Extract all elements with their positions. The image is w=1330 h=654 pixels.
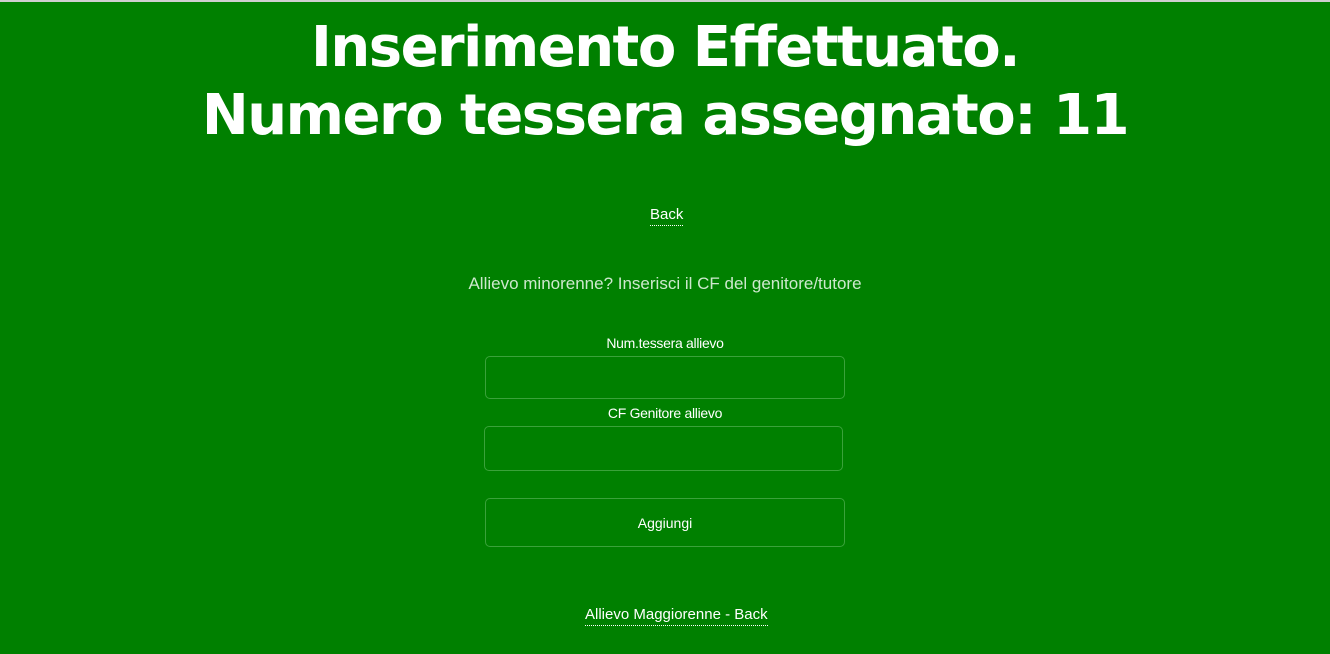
title-line-success: Inserimento Effettuato. — [311, 15, 1020, 80]
cf-genitore-input[interactable] — [484, 426, 843, 471]
adult-student-back-link[interactable]: Allievo Maggiorenne - Back — [585, 606, 768, 626]
title-line-card-number: Numero tessera assegnato: 11 — [201, 83, 1130, 148]
minor-student-prompt: Allievo minorenne? Inserisci il CF del g… — [468, 274, 862, 293]
cf-genitore-label: CF Genitore allievo — [607, 405, 723, 421]
top-border — [0, 0, 1330, 2]
page-title: Inserimento Effettuato. Numero tessera a… — [0, 14, 1330, 150]
page: Inserimento Effettuato. Numero tessera a… — [0, 0, 1330, 654]
aggiungi-button[interactable]: Aggiungi — [485, 498, 845, 547]
num-tessera-label: Num.tessera allievo — [606, 335, 724, 351]
back-link[interactable]: Back — [650, 206, 684, 226]
num-tessera-input[interactable] — [485, 356, 845, 399]
